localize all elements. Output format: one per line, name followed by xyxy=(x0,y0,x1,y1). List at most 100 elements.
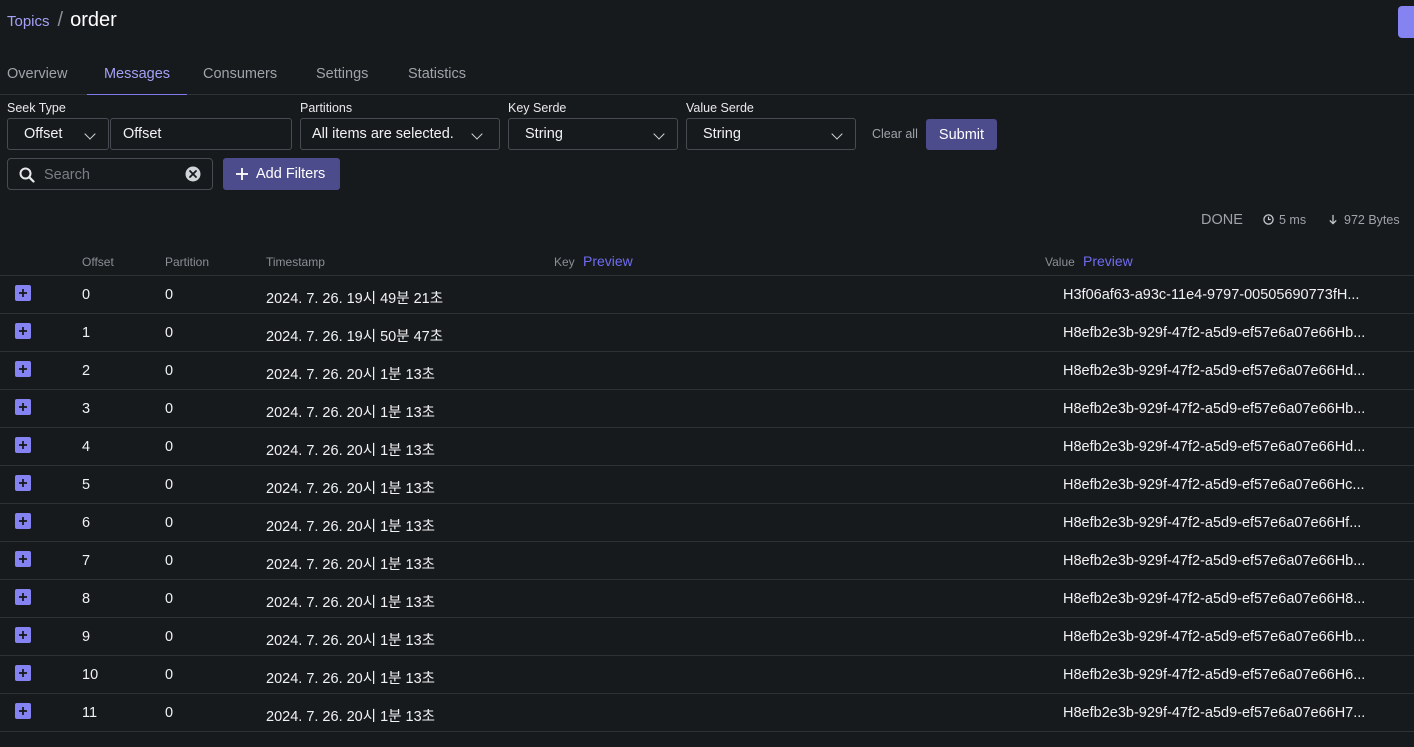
key-serde-label: Key Serde xyxy=(508,101,567,115)
cell-offset: 1 xyxy=(82,325,91,341)
key-serde-value: String xyxy=(525,126,563,142)
cell-timestamp: 2024. 7. 26. 20시 1분 13초 xyxy=(266,633,436,649)
search-icon xyxy=(19,167,35,183)
expand-plus-icon[interactable] xyxy=(15,703,31,719)
cell-value: H8efb2e3b-929f-47f2-a5d9-ef57e6a07e66Hd.… xyxy=(1063,439,1366,455)
partitions-label: Partitions xyxy=(300,101,353,115)
value-serde-value: String xyxy=(703,126,741,142)
clear-circle-icon[interactable] xyxy=(185,166,201,182)
produce-message-button[interactable] xyxy=(1398,6,1414,38)
table-row[interactable]: 7 0 2024. 7. 26. 20시 1분 13초 H8efb2e3b-929f-… xyxy=(0,542,1414,580)
add-filters-label: Add Filters xyxy=(256,166,326,182)
cell-value: H8efb2e3b-929f-47f2-a5d9-ef57e6a07e66Hd.… xyxy=(1063,363,1366,379)
cell-offset: 9 xyxy=(82,629,91,645)
seek-offset-input[interactable]: Offset xyxy=(110,118,292,150)
table-row[interactable]: 10 0 2024. 7. 26. 20시 1분 13초 H8efb2e3b-929f… xyxy=(0,656,1414,694)
elapsed-time: 5 ms xyxy=(1279,213,1307,227)
cell-timestamp: 2024. 7. 26. 20시 1분 13초 xyxy=(266,595,436,611)
tab-overview[interactable]: Overview xyxy=(7,55,67,95)
cell-offset: 8 xyxy=(82,591,91,607)
cell-timestamp: 2024. 7. 26. 20시 1분 13초 xyxy=(266,443,436,459)
table-row[interactable]: 4 0 2024. 7. 26. 20시 1분 13초 H8efb2e3b-929f-… xyxy=(0,428,1414,466)
topic-tabs: Overview Messages Consumers Settings Sta… xyxy=(0,55,1414,95)
chevron-down-icon xyxy=(471,128,483,140)
header-value: Value xyxy=(1045,255,1075,269)
cell-timestamp: 2024. 7. 26. 20시 1분 13초 xyxy=(266,557,436,573)
table-row[interactable]: 0 0 2024. 7. 26. 19시 49분 21초 H3f06af63-a93c… xyxy=(0,276,1414,314)
expand-plus-icon[interactable] xyxy=(15,323,31,339)
table-row[interactable]: 6 0 2024. 7. 26. 20시 1분 13초 H8efb2e3b-929f-… xyxy=(0,504,1414,542)
cell-value: H8efb2e3b-929f-47f2-a5d9-ef57e6a07e66H7.… xyxy=(1063,705,1366,721)
chevron-down-icon xyxy=(84,128,96,140)
tab-statistics[interactable]: Statistics xyxy=(408,55,466,95)
bytes-consumed: 972 Bytes xyxy=(1344,213,1400,227)
cell-offset: 2 xyxy=(82,363,91,379)
table-row[interactable]: 8 0 2024. 7. 26. 20시 1분 13초 H8efb2e3b-929f-… xyxy=(0,580,1414,618)
header-partition[interactable]: Partition xyxy=(165,255,209,269)
table-row[interactable]: 11 0 2024. 7. 26. 20시 1분 13초 H8efb2e3b-929f… xyxy=(0,694,1414,732)
cell-partition: 0 xyxy=(165,705,174,721)
arrow-down-icon xyxy=(1329,214,1337,225)
cell-partition: 0 xyxy=(165,363,174,379)
chevron-down-icon xyxy=(653,128,665,140)
seek-type-select[interactable]: Offset xyxy=(7,118,109,150)
cell-offset: 5 xyxy=(82,477,91,493)
cell-value: H8efb2e3b-929f-47f2-a5d9-ef57e6a07e66Hb.… xyxy=(1063,553,1366,569)
cell-partition: 0 xyxy=(165,325,174,341)
table-row[interactable]: 9 0 2024. 7. 26. 20시 1분 13초 H8efb2e3b-929f-… xyxy=(0,618,1414,656)
tab-messages[interactable]: Messages xyxy=(87,55,187,95)
cell-offset: 11 xyxy=(82,705,98,721)
breadcrumb-topics-link[interactable]: Topics xyxy=(7,13,50,30)
value-serde-select[interactable]: String xyxy=(686,118,856,150)
cell-timestamp: 2024. 7. 26. 19시 50분 47초 xyxy=(266,329,444,345)
cell-partition: 0 xyxy=(165,553,174,569)
cell-timestamp: 2024. 7. 26. 20시 1분 13초 xyxy=(266,367,436,383)
page-title: order xyxy=(70,9,117,31)
cell-value: H8efb2e3b-929f-47f2-a5d9-ef57e6a07e66Hb.… xyxy=(1063,401,1366,417)
expand-plus-icon[interactable] xyxy=(15,399,31,415)
expand-plus-icon[interactable] xyxy=(15,475,31,491)
seek-type-label: Seek Type xyxy=(7,101,66,115)
submit-button[interactable]: Submit xyxy=(926,119,997,150)
header-offset[interactable]: Offset xyxy=(82,255,114,269)
key-preview-link[interactable]: Preview xyxy=(583,253,633,269)
header-timestamp[interactable]: Timestamp xyxy=(266,255,325,269)
cell-timestamp: 2024. 7. 26. 20시 1분 13초 xyxy=(266,671,436,687)
tab-consumers[interactable]: Consumers xyxy=(203,55,277,95)
expand-plus-icon[interactable] xyxy=(15,665,31,681)
table-row[interactable]: 1 0 2024. 7. 26. 19시 50분 47초 H8efb2e3b-929f… xyxy=(0,314,1414,352)
cell-timestamp: 2024. 7. 26. 19시 49분 21초 xyxy=(266,291,444,307)
plus-icon xyxy=(236,168,248,180)
cell-offset: 3 xyxy=(82,401,91,417)
chevron-down-icon xyxy=(831,128,843,140)
tab-settings[interactable]: Settings xyxy=(316,55,368,95)
expand-plus-icon[interactable] xyxy=(15,361,31,377)
cell-offset: 7 xyxy=(82,553,91,569)
table-row[interactable]: 3 0 2024. 7. 26. 20시 1분 13초 H8efb2e3b-929f-… xyxy=(0,390,1414,428)
cell-value: H8efb2e3b-929f-47f2-a5d9-ef57e6a07e66Hf.… xyxy=(1063,515,1362,531)
add-filters-button[interactable]: Add Filters xyxy=(223,158,340,190)
expand-plus-icon[interactable] xyxy=(15,589,31,605)
cell-partition: 0 xyxy=(165,667,174,683)
expand-plus-icon[interactable] xyxy=(15,627,31,643)
expand-plus-icon[interactable] xyxy=(15,513,31,529)
expand-plus-icon[interactable] xyxy=(15,285,31,301)
key-serde-select[interactable]: String xyxy=(508,118,678,150)
value-serde-label: Value Serde xyxy=(686,101,754,115)
cell-timestamp: 2024. 7. 26. 20시 1분 13초 xyxy=(266,519,436,535)
cell-partition: 0 xyxy=(165,477,174,493)
cell-offset: 10 xyxy=(82,667,99,683)
breadcrumb-separator: / xyxy=(57,9,64,31)
search-input[interactable]: Search xyxy=(7,158,213,190)
search-placeholder: Search xyxy=(44,167,90,183)
partitions-select[interactable]: All items are selected. xyxy=(300,118,500,150)
cell-timestamp: 2024. 7. 26. 20시 1분 13초 xyxy=(266,405,436,421)
expand-plus-icon[interactable] xyxy=(15,551,31,567)
clear-all-button[interactable]: Clear all xyxy=(872,127,918,141)
value-preview-link[interactable]: Preview xyxy=(1083,253,1133,269)
cell-offset: 4 xyxy=(82,439,91,455)
table-row[interactable]: 5 0 2024. 7. 26. 20시 1분 13초 H8efb2e3b-929f-… xyxy=(0,466,1414,504)
expand-plus-icon[interactable] xyxy=(15,437,31,453)
cell-offset: 0 xyxy=(82,287,91,303)
table-row[interactable]: 2 0 2024. 7. 26. 20시 1분 13초 H8efb2e3b-929f-… xyxy=(0,352,1414,390)
